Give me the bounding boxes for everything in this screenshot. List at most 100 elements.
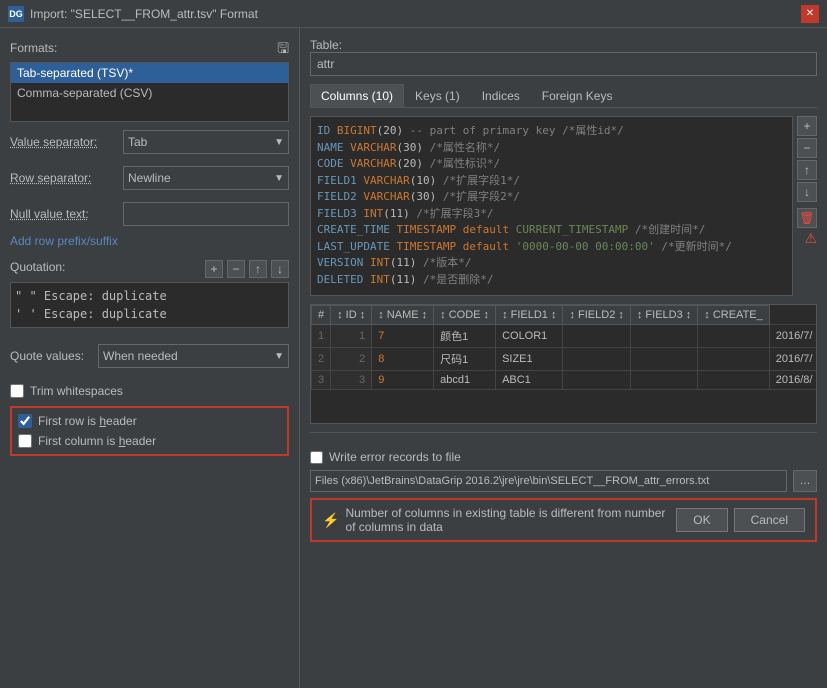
null-value-row: Null value text: xyxy=(10,202,289,226)
title-bar: DG Import: "SELECT__FROM_attr.tsv" Forma… xyxy=(0,0,827,28)
quotation-controls: + − ↑ ↓ xyxy=(205,260,289,278)
left-panel: Formats: 🖫 Tab-separated (TSV)* Comma-se… xyxy=(0,28,300,688)
move-up-column-button[interactable]: ↑ xyxy=(797,160,817,180)
app-icon: DG xyxy=(8,6,24,22)
warning-icon: ⚠ xyxy=(804,230,817,247)
formats-save-icon[interactable]: 🖫 xyxy=(277,38,289,62)
value-separator-dropdown[interactable]: Tab ▼ xyxy=(123,130,289,154)
quotation-header: Quotation: + − ↑ ↓ xyxy=(10,260,289,278)
col-hash: # xyxy=(312,306,331,325)
quote-values-label: Quote values: xyxy=(10,349,90,363)
action-buttons: OK Cancel xyxy=(676,508,805,532)
header-checkboxes-box: First row is header First column is head… xyxy=(10,406,289,456)
quotation-item-2[interactable]: ' ' Escape: duplicate xyxy=(15,305,284,323)
title-bar-left: DG Import: "SELECT__FROM_attr.tsv" Forma… xyxy=(8,6,258,22)
quotation-list: " " Escape: duplicate ' ' Escape: duplic… xyxy=(10,282,289,328)
action-bar: ⚡ Number of columns in existing table is… xyxy=(310,498,817,542)
format-csv[interactable]: Comma-separated (CSV) xyxy=(11,83,288,103)
table-name-section: Table: xyxy=(310,38,817,76)
browse-button[interactable]: … xyxy=(793,470,817,492)
first-row-header-label: First row is header xyxy=(38,414,137,428)
table-name-input[interactable] xyxy=(310,52,817,76)
table-label: Table: xyxy=(310,38,817,52)
quotation-label: Quotation: xyxy=(10,260,65,274)
close-button[interactable]: ✕ xyxy=(801,5,819,23)
col-code: ↕ CODE ↕ xyxy=(434,306,496,325)
table-row: 3 3 9 abcd1 ABC1 2016/8/ xyxy=(312,371,818,390)
first-row-header-checkbox[interactable] xyxy=(18,414,32,428)
remove-column-button[interactable]: − xyxy=(797,138,817,158)
data-table: # ↕ ID ↕ ↕ NAME ↕ ↕ CODE ↕ ↕ FIELD1 ↕ ↕ … xyxy=(311,305,817,390)
data-table-container[interactable]: # ↕ ID ↕ ↕ NAME ↕ ↕ CODE ↕ ↕ FIELD1 ↕ ↕ … xyxy=(310,304,817,424)
format-tsv[interactable]: Tab-separated (TSV)* xyxy=(11,63,288,83)
error-path-row: … xyxy=(310,470,817,492)
add-prefix-link[interactable]: Add row prefix/suffix xyxy=(10,234,289,248)
first-column-header-label: First column is header xyxy=(38,434,156,448)
chevron-down-icon: ▼ xyxy=(274,137,284,148)
col-field3: ↕ FIELD3 ↕ xyxy=(630,306,697,325)
value-separator-row: Value separator: Tab ▼ xyxy=(10,130,289,154)
cancel-button[interactable]: Cancel xyxy=(734,508,805,532)
tab-keys[interactable]: Keys (1) xyxy=(404,84,471,107)
col-field2: ↕ FIELD2 ↕ xyxy=(563,306,630,325)
main-content: Formats: 🖫 Tab-separated (TSV)* Comma-se… xyxy=(0,28,827,688)
row-num: 1 xyxy=(312,325,331,348)
horizontal-scrollbar[interactable] xyxy=(310,432,817,442)
trim-whitespaces-row: Trim whitespaces xyxy=(10,384,289,398)
first-column-header-row: First column is header xyxy=(18,434,281,448)
quotation-section: Quotation: + − ↑ ↓ " " Escape: duplicate… xyxy=(10,260,289,328)
trim-whitespaces-label: Trim whitespaces xyxy=(30,384,123,398)
first-row-header-row: First row is header xyxy=(18,414,281,428)
tabs-bar: Columns (10) Keys (1) Indices Foreign Ke… xyxy=(310,84,817,108)
move-down-column-button[interactable]: ↓ xyxy=(797,182,817,202)
tab-foreign-keys[interactable]: Foreign Keys xyxy=(531,84,624,107)
right-panel: Table: Columns (10) Keys (1) Indices For… xyxy=(300,28,827,688)
tab-indices[interactable]: Indices xyxy=(471,84,531,107)
ok-button[interactable]: OK xyxy=(676,508,727,532)
trim-whitespaces-checkbox[interactable] xyxy=(10,384,24,398)
write-error-label: Write error records to file xyxy=(329,450,461,464)
error-path-input[interactable] xyxy=(310,470,787,492)
formats-section: Formats: 🖫 Tab-separated (TSV)* Comma-se… xyxy=(10,38,289,122)
warning-message: ⚡ Number of columns in existing table is… xyxy=(322,506,676,534)
checkbox-section: Trim whitespaces First row is header Fir… xyxy=(10,384,289,456)
col-create: ↕ CREATE_ xyxy=(698,306,769,325)
move-down-quotation-button[interactable]: ↓ xyxy=(271,260,289,278)
editor-buttons: + − ↑ ↓ 🗑 ⚠ xyxy=(797,116,817,296)
row-num: 2 xyxy=(312,348,331,371)
row-separator-row: Row separator: Newline ▼ xyxy=(10,166,289,190)
sql-editor[interactable]: ID BIGINT(20) -- part of primary key /*属… xyxy=(310,116,793,296)
quotation-item-1[interactable]: " " Escape: duplicate xyxy=(15,287,284,305)
row-num: 3 xyxy=(312,371,331,390)
remove-quotation-button[interactable]: − xyxy=(227,260,245,278)
tab-columns[interactable]: Columns (10) xyxy=(310,84,404,107)
quote-values-dropdown[interactable]: When needed ▼ xyxy=(98,344,289,368)
write-error-checkbox[interactable] xyxy=(310,451,323,464)
chevron-down-icon-3: ▼ xyxy=(274,351,284,362)
chevron-down-icon-2: ▼ xyxy=(274,173,284,184)
null-value-input[interactable] xyxy=(123,202,289,226)
quote-values-row: Quote values: When needed ▼ xyxy=(10,344,289,368)
table-row: 1 1 7 颜色1 COLOR1 2016/7/ xyxy=(312,325,818,348)
add-column-button[interactable]: + xyxy=(797,116,817,136)
row-separator-dropdown[interactable]: Newline ▼ xyxy=(123,166,289,190)
col-field1: ↕ FIELD1 ↕ xyxy=(496,306,563,325)
first-column-header-checkbox[interactable] xyxy=(18,434,32,448)
move-up-quotation-button[interactable]: ↑ xyxy=(249,260,267,278)
dialog-title: Import: "SELECT__FROM_attr.tsv" Format xyxy=(30,7,258,21)
row-separator-label: Row separator: xyxy=(10,171,115,185)
formats-header: Formats: 🖫 xyxy=(10,38,289,62)
formats-list: Tab-separated (TSV)* Comma-separated (CS… xyxy=(10,62,289,122)
col-name: ↕ NAME ↕ xyxy=(372,306,434,325)
bottom-area: Write error records to file … ⚡ Number o… xyxy=(310,450,817,542)
warning-text: Number of columns in existing table is d… xyxy=(345,506,676,534)
value-separator-label: Value separator: xyxy=(10,135,115,149)
add-quotation-button[interactable]: + xyxy=(205,260,223,278)
col-id: ↕ ID ↕ xyxy=(331,306,372,325)
write-error-row: Write error records to file xyxy=(310,450,817,464)
editor-area: ID BIGINT(20) -- part of primary key /*属… xyxy=(310,116,817,296)
null-value-label: Null value text: xyxy=(10,207,115,221)
table-row: 2 2 8 尺码1 SIZE1 2016/7/ xyxy=(312,348,818,371)
delete-column-button[interactable]: 🗑 xyxy=(797,208,817,228)
formats-label: Formats: xyxy=(10,41,57,55)
